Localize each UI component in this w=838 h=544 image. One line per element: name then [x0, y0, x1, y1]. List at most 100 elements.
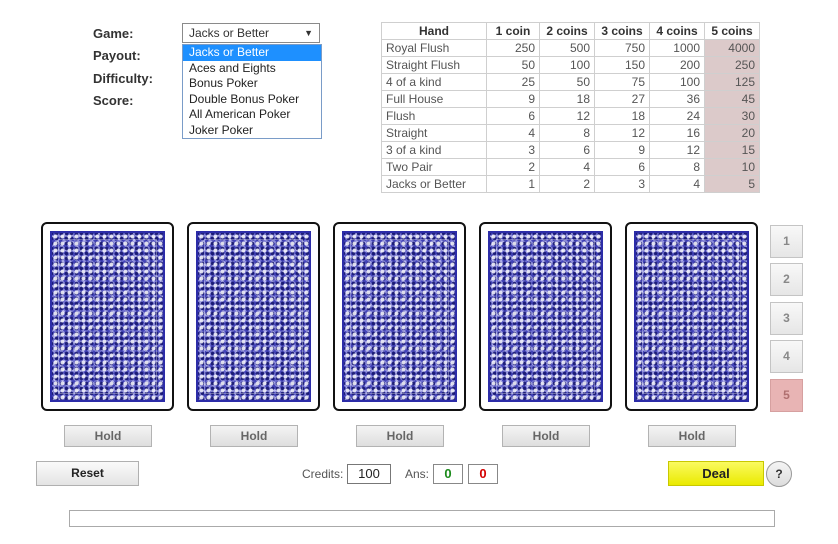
payout-hand-name: Straight [381, 124, 487, 142]
payout-value-3-coin: 75 [594, 73, 650, 91]
payout-value-4-coin: 16 [649, 124, 705, 142]
payout-row: 4 of a kind 25 50 75 100 125 [381, 73, 760, 91]
header-1-coin: 1 coin [486, 22, 540, 40]
help-button[interactable]: ? [766, 461, 792, 487]
credits-label: Credits: [302, 467, 344, 481]
payout-value-5-coin: 4000 [704, 39, 760, 57]
payout-value-4-coin: 200 [649, 56, 705, 74]
card-back-pattern [488, 231, 603, 402]
game-select[interactable]: Jacks or Better ▼ [182, 23, 320, 43]
header-hand: Hand [381, 22, 487, 40]
payout-value-5-coin: 30 [704, 107, 760, 125]
dropdown-arrow-icon: ▼ [304, 28, 313, 38]
game-option[interactable]: Bonus Poker [183, 76, 321, 92]
hold-button-2[interactable]: Hold [210, 425, 298, 447]
ans-label: Ans: [405, 467, 430, 481]
bet-button-5[interactable]: 5 [770, 379, 803, 412]
hold-button-1[interactable]: Hold [64, 425, 152, 447]
payout-hand-name: 3 of a kind [381, 141, 487, 159]
payout-hand-name: Royal Flush [381, 39, 487, 57]
bet-button-4[interactable]: 4 [770, 340, 803, 373]
card-5[interactable] [625, 222, 758, 411]
score-label: Score: [93, 93, 134, 108]
game-option[interactable]: Jacks or Better [183, 45, 321, 61]
card-back-pattern [50, 231, 165, 402]
payout-value-4-coin: 36 [649, 90, 705, 108]
game-option[interactable]: Double Bonus Poker [183, 92, 321, 108]
message-bar [69, 510, 775, 527]
header-2-coins: 2 coins [539, 22, 595, 40]
bet-button-1[interactable]: 1 [770, 225, 803, 258]
header-3-coins: 3 coins [594, 22, 650, 40]
payout-value-2-coin: 2 [539, 175, 595, 193]
difficulty-label: Difficulty: [93, 71, 153, 86]
payout-row: Straight Flush 50 100 150 200 250 [381, 56, 760, 74]
card-4[interactable] [479, 222, 612, 411]
game-option[interactable]: Joker Poker [183, 123, 321, 139]
payout-value-5-coin: 45 [704, 90, 760, 108]
payout-value-5-coin: 125 [704, 73, 760, 91]
payout-value-2-coin: 12 [539, 107, 595, 125]
game-option[interactable]: All American Poker [183, 107, 321, 123]
card-3[interactable] [333, 222, 466, 411]
payout-value-5-coin: 10 [704, 158, 760, 176]
payout-row: Jacks or Better 1 2 3 4 5 [381, 175, 760, 193]
payout-row: Flush 6 12 18 24 30 [381, 107, 760, 125]
payout-value-2-coin: 6 [539, 141, 595, 159]
bet-button-3[interactable]: 3 [770, 302, 803, 335]
hold-button-3[interactable]: Hold [356, 425, 444, 447]
header-5-coins: 5 coins [704, 22, 760, 40]
payout-value-1-coin: 4 [486, 124, 540, 142]
payout-row: Straight 4 8 12 16 20 [381, 124, 760, 142]
payout-value-1-coin: 250 [486, 39, 540, 57]
payout-row: 3 of a kind 3 6 9 12 15 [381, 141, 760, 159]
payout-value-4-coin: 8 [649, 158, 705, 176]
credits-value: 100 [347, 464, 391, 484]
card-back-pattern [342, 231, 457, 402]
payout-value-1-coin: 6 [486, 107, 540, 125]
reset-button[interactable]: Reset [36, 461, 139, 486]
payout-value-2-coin: 50 [539, 73, 595, 91]
ans-correct-count: 0 [433, 464, 463, 484]
payout-value-3-coin: 150 [594, 56, 650, 74]
payout-value-3-coin: 6 [594, 158, 650, 176]
payout-row: Full House 9 18 27 36 45 [381, 90, 760, 108]
card-back-pattern [196, 231, 311, 402]
deal-button[interactable]: Deal [668, 461, 764, 486]
payout-hand-name: Flush [381, 107, 487, 125]
payout-value-4-coin: 24 [649, 107, 705, 125]
payout-value-1-coin: 2 [486, 158, 540, 176]
payout-value-2-coin: 500 [539, 39, 595, 57]
card-1[interactable] [41, 222, 174, 411]
game-label: Game: [93, 26, 134, 41]
payout-header-row: Hand 1 coin 2 coins 3 coins 4 coins 5 co… [381, 22, 760, 40]
payout-value-5-coin: 15 [704, 141, 760, 159]
payout-value-1-coin: 25 [486, 73, 540, 91]
payout-value-5-coin: 250 [704, 56, 760, 74]
payout-hand-name: Full House [381, 90, 487, 108]
payout-value-1-coin: 9 [486, 90, 540, 108]
payout-value-5-coin: 20 [704, 124, 760, 142]
hold-button-4[interactable]: Hold [502, 425, 590, 447]
payout-value-4-coin: 100 [649, 73, 705, 91]
payout-hand-name: Jacks or Better [381, 175, 487, 193]
payout-row: Two Pair 2 4 6 8 10 [381, 158, 760, 176]
payout-row: Royal Flush 250 500 750 1000 4000 [381, 39, 760, 57]
payout-value-1-coin: 3 [486, 141, 540, 159]
hold-button-5[interactable]: Hold [648, 425, 736, 447]
ans-wrong-count: 0 [468, 464, 498, 484]
game-option[interactable]: Aces and Eights [183, 61, 321, 77]
payout-value-4-coin: 4 [649, 175, 705, 193]
header-4-coins: 4 coins [649, 22, 705, 40]
card-2[interactable] [187, 222, 320, 411]
payout-value-3-coin: 750 [594, 39, 650, 57]
game-dropdown-list[interactable]: Jacks or Better Aces and Eights Bonus Po… [182, 44, 322, 139]
game-select-value: Jacks or Better [189, 26, 270, 40]
payout-value-2-coin: 100 [539, 56, 595, 74]
bet-button-2[interactable]: 2 [770, 263, 803, 296]
payout-value-1-coin: 1 [486, 175, 540, 193]
payout-value-3-coin: 9 [594, 141, 650, 159]
payout-value-1-coin: 50 [486, 56, 540, 74]
payout-hand-name: Two Pair [381, 158, 487, 176]
payout-value-3-coin: 3 [594, 175, 650, 193]
